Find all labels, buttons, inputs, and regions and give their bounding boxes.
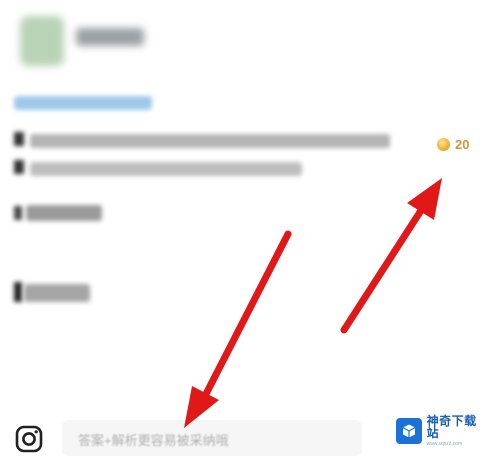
coin-icon [437,137,450,151]
author-avatar[interactable] [20,16,64,66]
question-text-line-1-blurred [30,134,390,148]
chevron-left-icon [14,206,22,220]
question-text-line-2-blurred [30,162,302,176]
answer-input[interactable]: 答案+解析更容易被采纳哦 [62,420,362,456]
reward-amount: 20 [455,136,470,152]
reward-coins-badge: 20 [437,136,469,152]
option-2-blurred[interactable] [24,284,90,302]
annotation-arrows [184,178,442,428]
camera-icon[interactable] [14,424,44,454]
option-marker [14,282,22,302]
author-name-blurred[interactable] [76,28,144,46]
arrow-to-answer-input [184,230,292,428]
arrow-to-reward-coins [340,178,442,334]
option-1-blurred[interactable] [26,205,102,221]
question-marker [14,132,24,146]
question-marker [14,160,24,174]
answer-placeholder: 答案+解析更容易被采纳哦 [78,433,229,448]
topic-tags-blurred[interactable] [14,96,152,110]
site-watermark: 神奇下载站 www.sqxzz.com [396,414,488,448]
box-logo-icon [396,418,422,444]
watermark-url: www.sqxzz.com [426,441,463,447]
watermark-brand-name: 神奇下载站 [426,414,477,440]
